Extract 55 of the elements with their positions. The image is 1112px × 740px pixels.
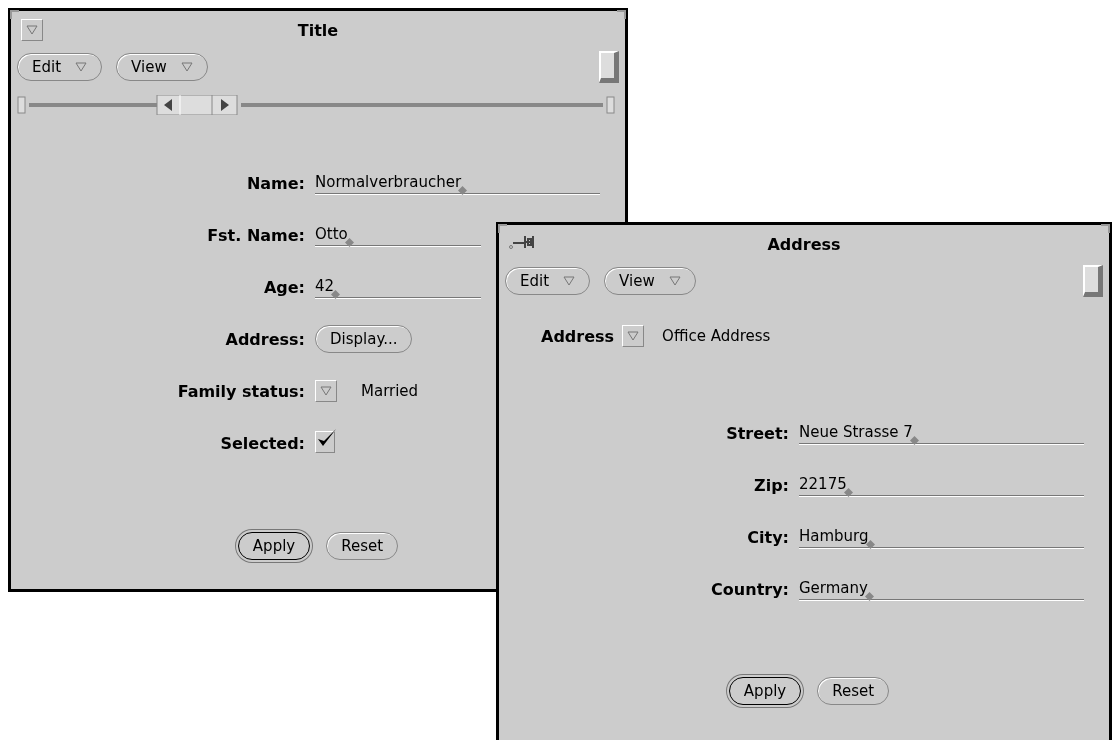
- field-label: Country:: [710, 579, 789, 599]
- window-title: Title: [297, 20, 339, 40]
- text-field[interactable]: 22175: [799, 474, 1084, 496]
- selector-label: Address: [541, 326, 615, 346]
- down-triangle-icon: [75, 62, 88, 72]
- action-button[interactable]: Apply: [237, 532, 311, 560]
- pane-control-icon[interactable]: [1083, 265, 1103, 297]
- action-button[interactable]: Reset: [817, 677, 890, 705]
- menu-button[interactable]: Edit: [505, 267, 591, 295]
- display-button[interactable]: Display...: [315, 325, 413, 353]
- text-field[interactable]: Hamburg: [799, 526, 1084, 548]
- abbreviated-menu-button[interactable]: [622, 325, 645, 347]
- down-triangle-icon: [180, 62, 193, 72]
- field-label: Address:: [224, 329, 305, 349]
- resize-corner-icon[interactable]: [498, 224, 508, 234]
- down-triangle-icon: [563, 276, 576, 286]
- field-label: Fst. Name:: [206, 225, 305, 245]
- text-field[interactable]: Germany: [799, 578, 1084, 600]
- down-triangle-icon: [627, 331, 640, 341]
- action-button[interactable]: Apply: [728, 677, 802, 705]
- resize-corner-icon[interactable]: [10, 10, 20, 20]
- pane-control-icon[interactable]: [599, 51, 619, 83]
- field-label: Family status:: [176, 381, 305, 401]
- caret-icon: [909, 435, 919, 445]
- field-label: Name:: [245, 173, 305, 193]
- checkbox[interactable]: [315, 430, 335, 453]
- caret-icon: [843, 487, 853, 497]
- action-button[interactable]: Reset: [326, 532, 399, 560]
- text-field[interactable]: Neue Strasse 7: [799, 422, 1084, 444]
- caret-icon: [331, 289, 341, 299]
- resize-corner-icon[interactable]: [1100, 224, 1110, 234]
- pushpin-icon[interactable]: [509, 233, 537, 251]
- resize-corner-icon[interactable]: [616, 10, 626, 20]
- horizontal-scrollbar[interactable]: [17, 95, 617, 115]
- menu-button[interactable]: View: [116, 53, 208, 81]
- window-menu-button[interactable]: [21, 19, 43, 41]
- down-triangle-icon: [668, 276, 681, 286]
- selector-value: Office Address: [662, 327, 771, 345]
- text-field[interactable]: 42: [315, 276, 481, 298]
- field-label: Street:: [725, 423, 789, 443]
- field-label: Selected:: [219, 433, 305, 453]
- field-label: City:: [746, 527, 789, 547]
- window-title: Address: [767, 234, 841, 254]
- field-label: Zip:: [753, 475, 789, 495]
- down-triangle-icon: [320, 386, 332, 396]
- down-triangle-icon: [26, 25, 38, 35]
- text-field[interactable]: Normalverbraucher: [315, 172, 600, 194]
- field-label: Age:: [262, 277, 305, 297]
- choice-value: Married: [361, 382, 419, 400]
- menu-button[interactable]: View: [604, 267, 696, 295]
- text-field[interactable]: Otto: [315, 224, 481, 246]
- abbreviated-menu-button[interactable]: [315, 380, 337, 402]
- caret-icon: [344, 237, 354, 247]
- caret-icon: [458, 185, 468, 195]
- menu-button[interactable]: Edit: [17, 53, 103, 81]
